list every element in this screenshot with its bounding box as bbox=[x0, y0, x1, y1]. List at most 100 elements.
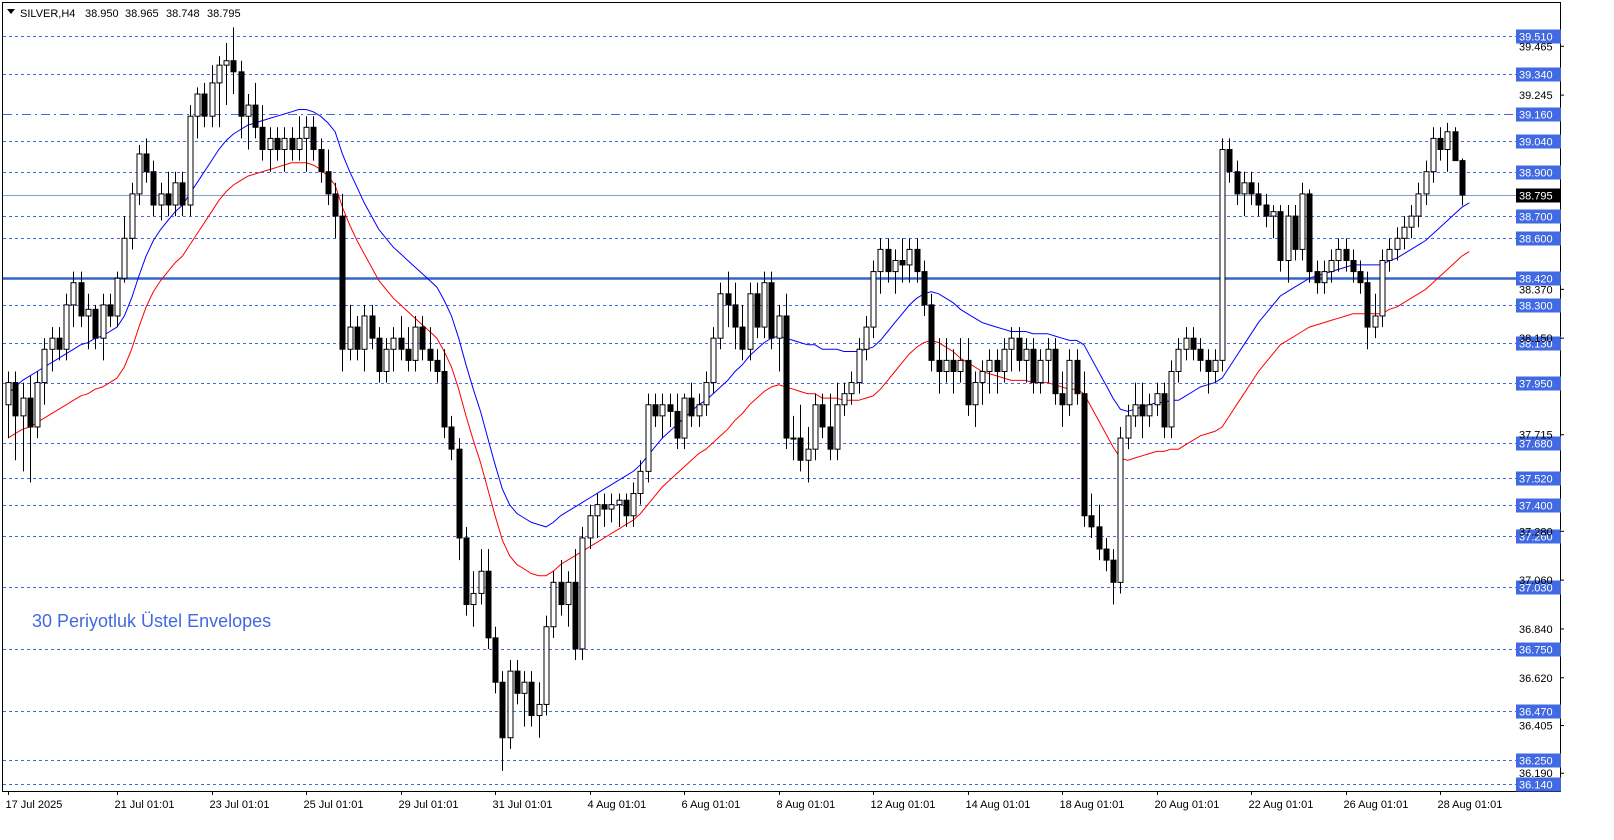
candle-body-up bbox=[223, 60, 230, 66]
candle-body-up bbox=[761, 282, 768, 328]
candle-body-up bbox=[63, 304, 70, 350]
candle-body-down bbox=[143, 153, 150, 173]
price-level-label: 39.160 bbox=[1519, 110, 1553, 122]
candle-body-down bbox=[78, 282, 85, 317]
candle-body-down bbox=[783, 315, 790, 439]
candle-body-down bbox=[994, 359, 1001, 372]
candle-body-up bbox=[848, 382, 855, 395]
candle-body-down bbox=[1263, 204, 1270, 217]
candle-body-down bbox=[921, 271, 928, 306]
candle-body-up bbox=[565, 581, 572, 606]
candle-body-up bbox=[1212, 359, 1219, 372]
candle-body-down bbox=[1277, 211, 1284, 261]
price-level-label: 36.140 bbox=[1519, 780, 1553, 792]
candle-body-down bbox=[289, 137, 296, 151]
candle-body-down bbox=[1452, 131, 1459, 162]
x-tick-label: 12 Aug 01:01 bbox=[871, 799, 936, 811]
candle-body-up bbox=[870, 271, 877, 328]
candle-body-down bbox=[1437, 137, 1444, 151]
candle-body-down bbox=[1190, 337, 1197, 350]
candle-body-up bbox=[5, 382, 12, 406]
candle-body-down bbox=[325, 171, 332, 195]
candle-body-up bbox=[1008, 337, 1015, 350]
header-high: 38.965 bbox=[125, 8, 159, 20]
candle-body-up bbox=[1372, 315, 1379, 328]
candle-body-up bbox=[1146, 404, 1153, 417]
candle-body-up bbox=[1125, 415, 1132, 439]
candle-body-down bbox=[623, 499, 630, 517]
price-level-label: 38.300 bbox=[1519, 301, 1553, 313]
candle-body-up bbox=[1430, 137, 1437, 173]
candle-body-up bbox=[478, 570, 485, 594]
candle-body-down bbox=[797, 437, 804, 461]
candle-body-up bbox=[303, 126, 310, 139]
candle-body-down bbox=[56, 337, 63, 350]
candle-body-up bbox=[129, 193, 136, 239]
x-tick-label: 22 Aug 01:01 bbox=[1249, 799, 1314, 811]
candle-body-down bbox=[27, 397, 34, 428]
candle-body-up bbox=[630, 493, 637, 517]
x-tick-label: 21 Jul 01:01 bbox=[115, 799, 175, 811]
candle-body-up bbox=[245, 104, 252, 117]
candle-body-up bbox=[1066, 359, 1073, 406]
candle-body-up bbox=[1154, 393, 1161, 406]
price-level-label: 36.470 bbox=[1519, 707, 1553, 719]
candle-body-down bbox=[1059, 393, 1066, 406]
candle-body-down bbox=[339, 215, 346, 350]
candle-body-down bbox=[652, 404, 659, 417]
candle-body-down bbox=[688, 397, 695, 417]
candle-body-up bbox=[361, 315, 368, 350]
candle-body-up bbox=[347, 326, 354, 350]
candle-body-up bbox=[812, 404, 819, 450]
price-level-label: 38.900 bbox=[1519, 168, 1553, 180]
candle-body-down bbox=[754, 293, 761, 328]
y-tick-label: 38.150 bbox=[1519, 333, 1553, 345]
candle-body-up bbox=[1415, 193, 1422, 217]
candle-body-down bbox=[1234, 171, 1241, 195]
price-level-label: 36.750 bbox=[1519, 645, 1553, 657]
header-close: 38.795 bbox=[207, 8, 241, 20]
candle-body-down bbox=[572, 581, 579, 650]
candle-body-up bbox=[776, 315, 783, 339]
y-tick-label: 39.465 bbox=[1519, 41, 1553, 53]
x-tick-label: 31 Jul 01:01 bbox=[493, 799, 553, 811]
candle-body-up bbox=[187, 115, 194, 206]
candle-body-up bbox=[1394, 237, 1401, 250]
candle-body-up bbox=[20, 397, 27, 417]
candle-body-up bbox=[536, 703, 543, 717]
candle-body-down bbox=[441, 370, 448, 428]
candle-body-down bbox=[427, 348, 434, 361]
candle-body-down bbox=[230, 60, 237, 73]
candle-body-up bbox=[1408, 215, 1415, 228]
candle-body-down bbox=[674, 410, 681, 439]
candle-body-down bbox=[1306, 193, 1313, 273]
candle-body-down bbox=[92, 308, 99, 339]
candle-body-down bbox=[448, 426, 455, 450]
candle-body-up bbox=[34, 382, 41, 428]
candle-body-up bbox=[856, 348, 863, 384]
candle-body-up bbox=[957, 359, 964, 372]
candle-body-down bbox=[1255, 193, 1262, 206]
candle-body-up bbox=[1386, 248, 1393, 261]
y-tick-label: 37.715 bbox=[1519, 430, 1553, 442]
x-tick-label: 18 Aug 01:01 bbox=[1060, 799, 1125, 811]
candle-body-down bbox=[376, 337, 383, 372]
candle-body-up bbox=[281, 137, 288, 151]
candle-body-up bbox=[267, 137, 274, 151]
chart-background bbox=[0, 0, 1614, 840]
candle-body-up bbox=[892, 259, 899, 273]
candle-body-up bbox=[594, 504, 601, 517]
candle-body-down bbox=[354, 326, 361, 350]
candle-body-down bbox=[827, 426, 834, 450]
candle-body-down bbox=[1248, 182, 1255, 195]
candle-body-down bbox=[1197, 348, 1204, 361]
x-tick-label: 20 Aug 01:01 bbox=[1155, 799, 1220, 811]
candle-body-down bbox=[238, 71, 245, 117]
price-chart[interactable]: 39.51039.34039.16039.04038.90038.70038.6… bbox=[0, 0, 1614, 840]
candle-body-up bbox=[972, 382, 979, 406]
current-price-label: 38.795 bbox=[1519, 191, 1553, 203]
candle-body-down bbox=[463, 537, 470, 606]
candle-body-up bbox=[637, 470, 644, 495]
candle-body-up bbox=[805, 448, 812, 461]
candle-body-down bbox=[150, 171, 157, 206]
